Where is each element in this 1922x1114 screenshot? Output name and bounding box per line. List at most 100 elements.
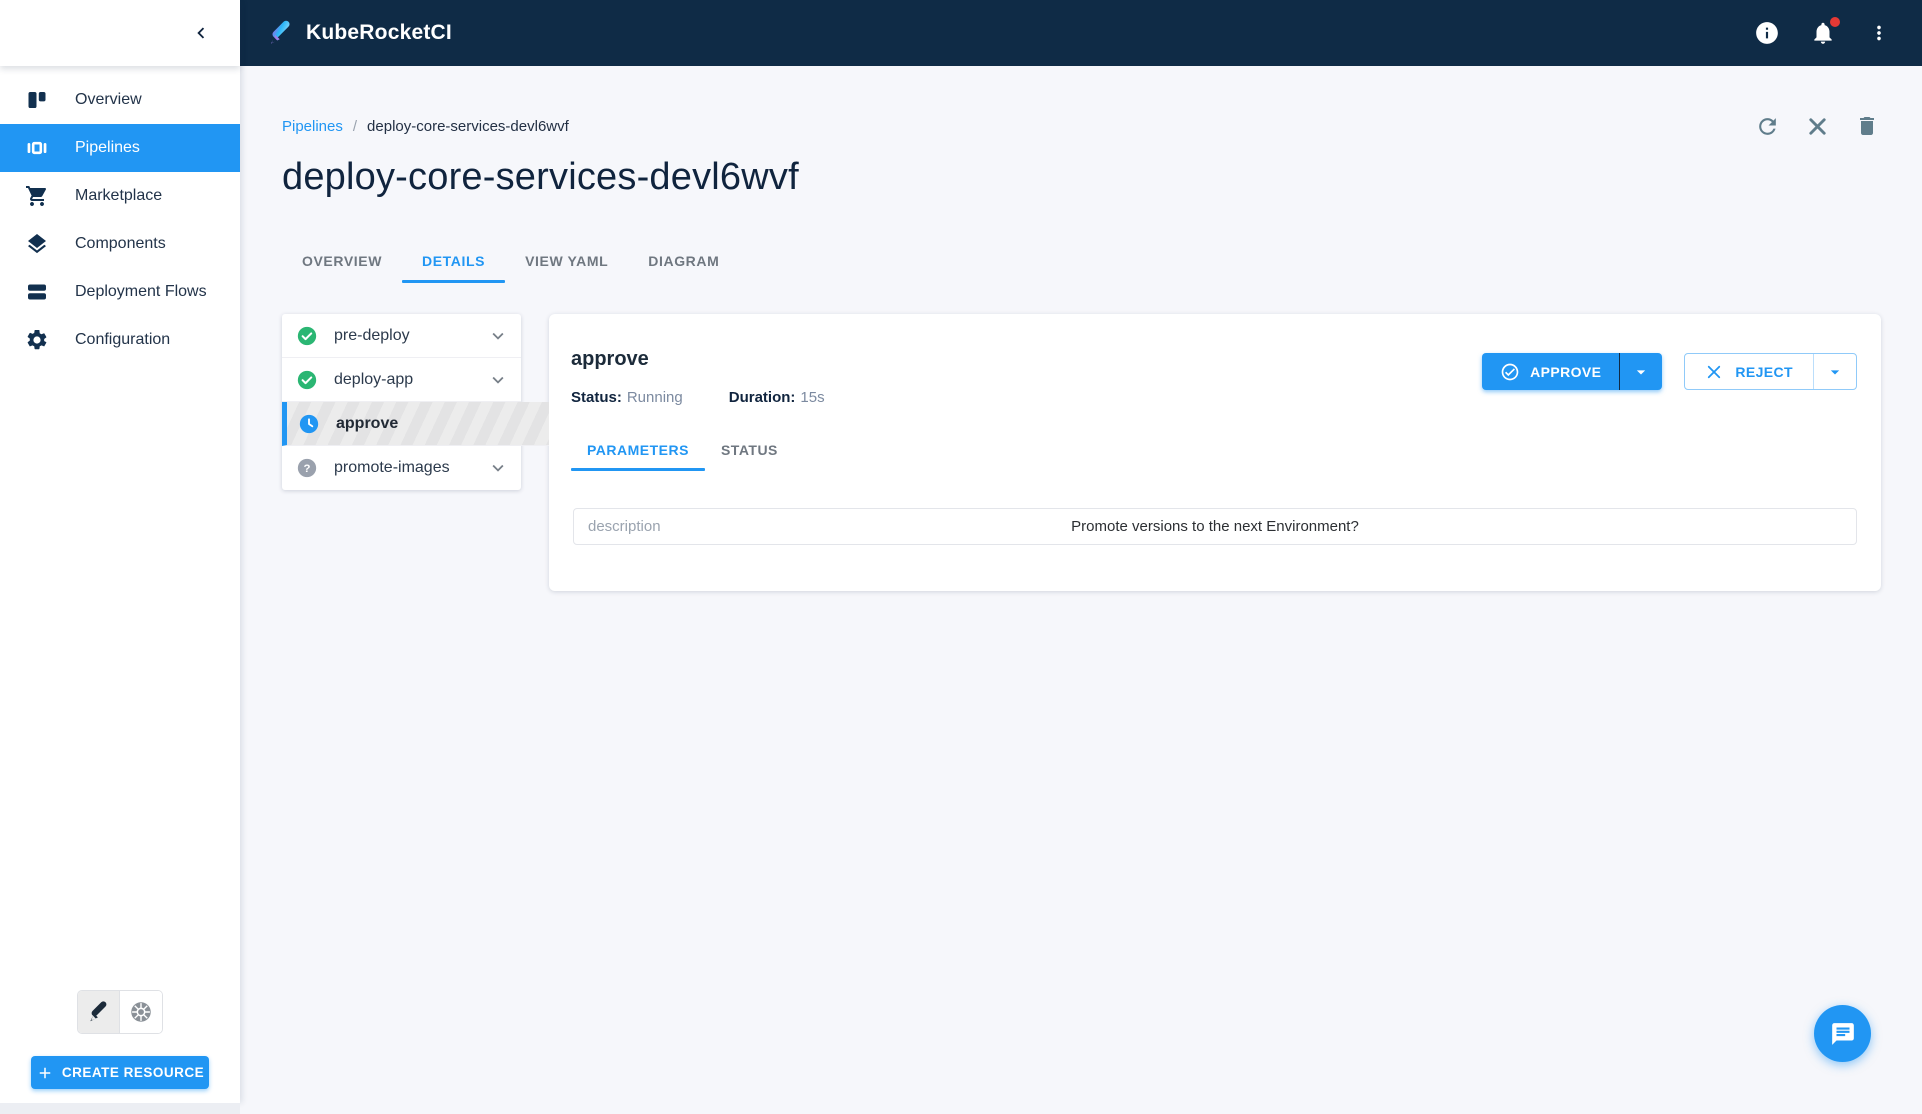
tab-details[interactable]: DETAILS [402, 243, 505, 281]
status-label: Status: [571, 389, 622, 406]
sidebar-item-pipelines[interactable]: Pipelines [0, 124, 240, 172]
info-icon[interactable] [1752, 18, 1782, 48]
app-window: KubeRocketCI [0, 0, 1922, 1114]
create-resource-button[interactable]: CREATE RESOURCE [31, 1056, 209, 1089]
task-header: approve Status: Running Duration:15s [549, 314, 1881, 406]
duration-value: 15s [800, 389, 824, 406]
check-circle-icon [296, 369, 318, 391]
sidebar: Overview Pipelines Marke [0, 0, 240, 1103]
task-header-left: approve Status: Running Duration:15s [571, 348, 825, 406]
rows-icon [25, 279, 51, 305]
tab-view-yaml[interactable]: VIEW YAML [505, 243, 628, 281]
reject-button[interactable]: REJECT [1685, 354, 1813, 389]
step-approve[interactable]: approve [282, 402, 549, 446]
app-bar: KubeRocketCI [240, 0, 1922, 66]
sidebar-item-marketplace[interactable]: Marketplace [0, 172, 240, 220]
gear-icon [25, 327, 51, 353]
sidebar-item-deployment-flows[interactable]: Deployment Flows [0, 268, 240, 316]
step-deploy-app[interactable]: deploy-app [282, 358, 521, 402]
brand: KubeRocketCI [266, 18, 452, 48]
app-bar-actions [1752, 18, 1894, 48]
check-circle-icon [296, 325, 318, 347]
pipelines-icon [25, 135, 51, 161]
reject-split-button: REJECT [1684, 353, 1857, 390]
task-subtabs: PARAMETERS STATUS [571, 432, 1881, 470]
kubernetes-icon [128, 999, 154, 1025]
step-name: deploy-app [334, 371, 471, 389]
brand-name: KubeRocketCI [306, 21, 452, 45]
rocket-icon [86, 999, 112, 1025]
notifications-icon[interactable] [1808, 18, 1838, 48]
create-resource-label: CREATE RESOURCE [62, 1065, 204, 1080]
subtab-parameters[interactable]: PARAMETERS [571, 432, 705, 470]
step-name: pre-deploy [334, 327, 471, 345]
step-promote-images[interactable]: ? promote-images [282, 446, 521, 490]
task-title: approve [571, 348, 825, 371]
check-circle-outline-icon [1500, 362, 1520, 382]
approve-dropdown-button[interactable] [1620, 353, 1662, 390]
chevron-down-icon[interactable] [487, 325, 509, 347]
chat-fab-button[interactable] [1814, 1005, 1871, 1062]
collapse-sidebar-button[interactable] [190, 22, 212, 44]
duration-field: Duration:15s [729, 389, 825, 406]
kebab-menu-icon[interactable] [1864, 18, 1894, 48]
steps-panel: pre-deploy deploy-app [282, 314, 521, 490]
status-field: Status: Running [571, 389, 683, 406]
kubernetes-toggle-button[interactable] [120, 991, 162, 1033]
breadcrumb-current: deploy-core-services-devl6wvf [367, 118, 569, 135]
delete-icon[interactable] [1853, 112, 1881, 140]
sidebar-item-label: Components [75, 235, 166, 253]
reject-dropdown-button[interactable] [1814, 354, 1856, 389]
layers-icon [25, 231, 51, 257]
main-content: Pipelines / deploy-core-services-devl6wv… [240, 66, 1922, 1114]
tab-diagram[interactable]: DIAGRAM [628, 243, 739, 281]
parameter-row: description Promote versions to the next… [573, 508, 1857, 545]
task-detail-card: approve Status: Running Duration:15s [549, 314, 1881, 591]
page-title: deploy-core-services-devl6wvf [282, 156, 1881, 199]
subtab-status[interactable]: STATUS [705, 432, 794, 470]
dashboard-icon [25, 87, 51, 113]
approve-split-button: APPROVE [1482, 353, 1662, 390]
notification-badge [1830, 17, 1840, 27]
sidebar-header [0, 0, 240, 66]
breadcrumb-separator: / [353, 118, 357, 135]
sidebar-bottom-strip [0, 1103, 240, 1114]
plus-icon [36, 1064, 54, 1082]
sidebar-item-label: Pipelines [75, 139, 140, 157]
parameter-key: description [588, 518, 661, 535]
breadcrumb-pipelines-link[interactable]: Pipelines [282, 118, 343, 135]
step-pre-deploy[interactable]: pre-deploy [282, 314, 521, 358]
chevron-down-icon[interactable] [487, 369, 509, 391]
help-circle-icon: ? [296, 457, 318, 479]
rocket-toggle-button[interactable] [78, 991, 120, 1033]
approve-button[interactable]: APPROVE [1482, 353, 1619, 390]
page-actions [1753, 112, 1881, 140]
clock-icon [298, 413, 320, 435]
step-name: approve [336, 415, 537, 433]
refresh-icon[interactable] [1753, 112, 1781, 140]
chevron-down-icon[interactable] [487, 457, 509, 479]
reject-button-label: REJECT [1735, 364, 1793, 380]
view-toggle-group [77, 990, 163, 1034]
parameter-value: Promote versions to the next Environment… [574, 518, 1856, 535]
duration-label: Duration: [729, 389, 796, 406]
x-icon [1705, 363, 1723, 381]
sidebar-item-label: Deployment Flows [75, 283, 207, 301]
tab-overview[interactable]: OVERVIEW [282, 243, 402, 281]
breadcrumb: Pipelines / deploy-core-services-devl6wv… [282, 118, 569, 135]
task-actions: APPROVE [1482, 353, 1857, 390]
sidebar-nav: Overview Pipelines Marke [0, 66, 240, 364]
sidebar-item-label: Overview [75, 91, 142, 109]
sidebar-item-configuration[interactable]: Configuration [0, 316, 240, 364]
rocket-logo-icon [266, 18, 296, 48]
sidebar-item-components[interactable]: Components [0, 220, 240, 268]
approve-button-label: APPROVE [1530, 364, 1601, 380]
details-content: pre-deploy deploy-app [282, 314, 1881, 591]
status-value: Running [627, 389, 683, 406]
pipeline-tabs: OVERVIEW DETAILS VIEW YAML DIAGRAM [282, 243, 1881, 281]
sidebar-item-label: Marketplace [75, 187, 162, 205]
task-meta: Status: Running Duration:15s [571, 389, 825, 406]
sidebar-item-label: Configuration [75, 331, 170, 349]
sidebar-item-overview[interactable]: Overview [0, 76, 240, 124]
cancel-icon[interactable] [1803, 112, 1831, 140]
